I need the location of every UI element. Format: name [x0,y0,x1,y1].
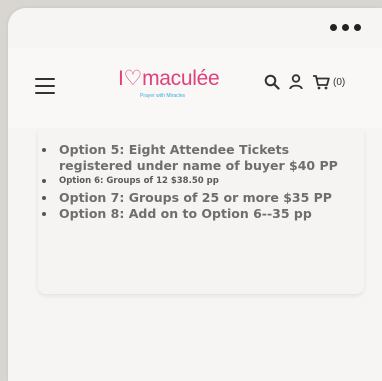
option-8-item: Option 8: Add on to Option 6--35 pp [38,206,364,222]
option-7-item: Option 7: Groups of 25 or more $35 PP [38,190,364,206]
header-actions: (0) [264,74,345,90]
hamburger-menu-icon[interactable] [35,78,55,94]
bullet [42,196,46,200]
brand-name-part2: maculée [142,67,220,90]
option-6-item: Option 6: Groups of 12 $38.50 pp [38,176,364,187]
brand-name-heart: ♡ [123,67,143,90]
bullet [42,148,46,152]
option-8-text: Option 8: Add on to Option 6--35 pp [59,206,312,221]
account-icon[interactable] [289,74,303,90]
brand-logo[interactable]: I♡maculée Prayer with Miracles [118,66,228,108]
cart-count: (0) [333,76,346,88]
option-7-text: Option 7: Groups of 25 or more $35 PP [59,190,332,205]
more-options-icon[interactable] [330,22,368,32]
ticket-options-list: Option 5: Eight Attendee Tickets registe… [38,142,364,222]
option-5-text: Option 5: Eight Attendee Tickets registe… [59,142,338,173]
option-5-item: Option 5: Eight Attendee Tickets registe… [38,142,364,174]
bullet [42,179,46,183]
ticket-options-card: Option 5: Eight Attendee Tickets registe… [38,130,364,294]
search-icon[interactable] [264,74,280,90]
option-6-text: Option 6: Groups of 12 $38.50 pp [59,176,219,186]
site-header: I♡maculée Prayer with Miracles (0) [8,48,382,128]
brand-name: I♡maculée [118,66,220,91]
phone-screen: I♡maculée Prayer with Miracles (0) Optio… [8,8,382,381]
cart-icon[interactable] [312,74,330,90]
bullet [42,212,46,216]
brand-tagline: Prayer with Miracles [140,93,186,99]
